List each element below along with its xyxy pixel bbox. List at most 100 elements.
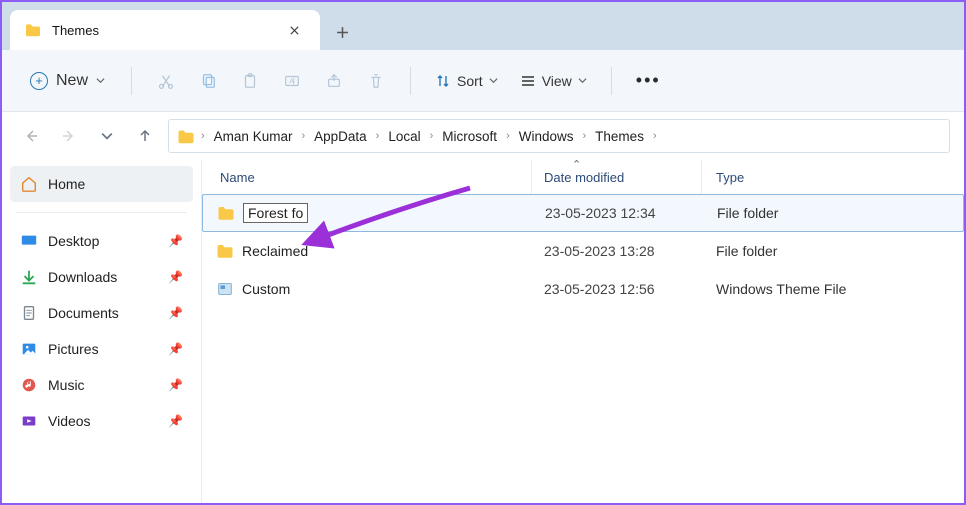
folder-icon: [217, 204, 235, 222]
nav-row: › Aman Kumar › AppData › Local › Microso…: [2, 112, 964, 160]
file-name: Custom: [242, 281, 290, 297]
sidebar-item-label: Videos: [48, 413, 91, 429]
chevron-down-icon: [96, 76, 105, 85]
chevron-right-icon[interactable]: ›: [581, 130, 589, 142]
chevron-right-icon[interactable]: ›: [199, 130, 207, 142]
more-button[interactable]: •••: [628, 70, 669, 91]
column-date-label: Date modified: [544, 170, 624, 185]
file-type: File folder: [702, 243, 964, 259]
content-area: Home Desktop 📌 Downloads 📌 Documents 📌 P…: [2, 160, 964, 503]
view-label: View: [542, 73, 572, 89]
address-bar[interactable]: › Aman Kumar › AppData › Local › Microso…: [168, 119, 950, 153]
back-button[interactable]: [16, 121, 46, 151]
up-button[interactable]: [130, 121, 160, 151]
copy-icon[interactable]: [190, 63, 226, 99]
file-type: Windows Theme File: [702, 281, 964, 297]
breadcrumb-segment[interactable]: Microsoft: [439, 127, 500, 146]
tab-title: Themes: [52, 23, 272, 38]
pin-icon: 📌: [168, 414, 183, 428]
recent-dropdown[interactable]: [92, 121, 122, 151]
forward-button[interactable]: [54, 121, 84, 151]
pictures-icon: [20, 340, 38, 358]
file-row[interactable]: Reclaimed 23-05-2023 13:28 File folder: [202, 232, 964, 270]
sort-label: Sort: [457, 73, 483, 89]
new-button[interactable]: + New: [20, 66, 115, 96]
breadcrumb-segment[interactable]: AppData: [311, 127, 370, 146]
file-row[interactable]: Custom 23-05-2023 12:56 Windows Theme Fi…: [202, 270, 964, 308]
new-button-label: New: [56, 72, 88, 90]
divider: [410, 67, 411, 95]
videos-icon: [20, 412, 38, 430]
sidebar-item-desktop[interactable]: Desktop 📌: [10, 223, 193, 259]
sidebar-item-videos[interactable]: Videos 📌: [10, 403, 193, 439]
column-header-type[interactable]: Type: [702, 160, 964, 194]
pin-icon: 📌: [168, 342, 183, 356]
tab-bar: Themes: [2, 2, 964, 50]
divider: [611, 67, 612, 95]
file-date: 23-05-2023 12:56: [532, 281, 702, 297]
sidebar-item-pictures[interactable]: Pictures 📌: [10, 331, 193, 367]
chevron-down-icon: [578, 76, 587, 85]
sidebar-item-label: Desktop: [48, 233, 99, 249]
column-name-label: Name: [220, 170, 255, 185]
breadcrumb-segment[interactable]: Windows: [516, 127, 577, 146]
documents-icon: [20, 304, 38, 322]
rename-input[interactable]: Forest fo: [243, 203, 308, 223]
file-type: File folder: [703, 205, 963, 221]
sidebar-item-downloads[interactable]: Downloads 📌: [10, 259, 193, 295]
chevron-right-icon[interactable]: ›: [299, 130, 307, 142]
file-date: 23-05-2023 12:34: [533, 205, 703, 221]
close-icon[interactable]: [282, 18, 306, 42]
view-button[interactable]: View: [512, 67, 595, 95]
pin-icon: 📌: [168, 234, 183, 248]
breadcrumb-segment[interactable]: Local: [385, 127, 423, 146]
chevron-right-icon[interactable]: ›: [651, 130, 659, 142]
sidebar-item-label: Pictures: [48, 341, 99, 357]
column-type-label: Type: [716, 170, 744, 185]
view-icon: [520, 73, 536, 89]
chevron-right-icon[interactable]: ›: [504, 130, 512, 142]
file-row[interactable]: Forest fo 23-05-2023 12:34 File folder: [202, 194, 964, 232]
column-header-date[interactable]: Date modified: [532, 160, 702, 194]
tab-themes[interactable]: Themes: [10, 10, 320, 50]
home-icon: [20, 175, 38, 193]
sidebar-item-music[interactable]: Music 📌: [10, 367, 193, 403]
sidebar-item-label: Home: [48, 176, 85, 192]
column-headers: ⌃ Name Date modified Type: [202, 160, 964, 194]
divider: [131, 67, 132, 95]
sidebar-item-label: Documents: [48, 305, 119, 321]
file-date: 23-05-2023 13:28: [532, 243, 702, 259]
toolbar: + New A Sort View •••: [2, 50, 964, 112]
paste-icon[interactable]: [232, 63, 268, 99]
pin-icon: 📌: [168, 378, 183, 392]
breadcrumb-segment[interactable]: Themes: [592, 127, 647, 146]
theme-file-icon: [216, 280, 234, 298]
pin-icon: 📌: [168, 306, 183, 320]
new-tab-button[interactable]: [324, 14, 360, 50]
sort-indicator-icon: ⌃: [572, 158, 581, 171]
pin-icon: 📌: [168, 270, 183, 284]
sort-button[interactable]: Sort: [427, 67, 506, 95]
file-list: ⌃ Name Date modified Type Forest fo 23-0…: [202, 160, 964, 503]
sidebar-item-label: Downloads: [48, 269, 117, 285]
sidebar-item-documents[interactable]: Documents 📌: [10, 295, 193, 331]
sort-icon: [435, 73, 451, 89]
folder-icon: [177, 129, 195, 144]
chevron-right-icon[interactable]: ›: [374, 130, 382, 142]
music-icon: [20, 376, 38, 394]
column-header-name[interactable]: Name: [202, 160, 532, 194]
downloads-icon: [20, 268, 38, 286]
chevron-right-icon[interactable]: ›: [428, 130, 436, 142]
cut-icon[interactable]: [148, 63, 184, 99]
desktop-icon: [20, 232, 38, 250]
share-icon[interactable]: [316, 63, 352, 99]
breadcrumb-segment[interactable]: Aman Kumar: [211, 127, 296, 146]
rename-icon[interactable]: A: [274, 63, 310, 99]
sidebar: Home Desktop 📌 Downloads 📌 Documents 📌 P…: [2, 160, 202, 503]
sidebar-item-label: Music: [48, 377, 85, 393]
chevron-down-icon: [489, 76, 498, 85]
sidebar-item-home[interactable]: Home: [10, 166, 193, 202]
delete-icon[interactable]: [358, 63, 394, 99]
file-name: Reclaimed: [242, 243, 308, 259]
folder-icon: [24, 23, 42, 37]
